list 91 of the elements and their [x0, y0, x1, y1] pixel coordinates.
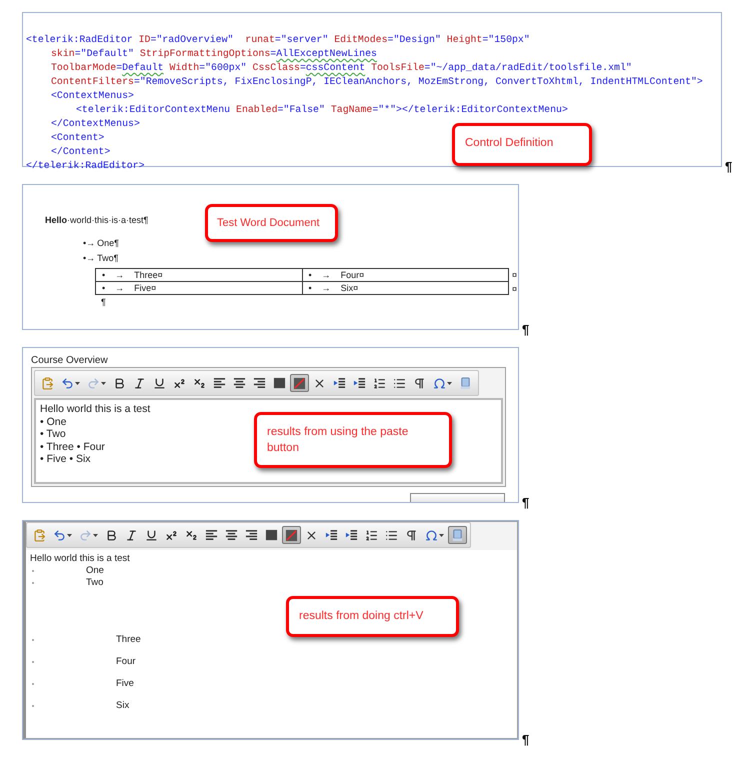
content-line: Hello world this is a test: [30, 553, 130, 565]
pilcrow-mark: ¶: [725, 160, 732, 173]
align-right-icon: [245, 528, 258, 542]
content-line: • Two: [40, 428, 66, 441]
italic-icon: [133, 376, 146, 390]
callout: results from doing ctrl+V: [286, 596, 459, 637]
row-end-mark: ¤: [512, 270, 518, 280]
code-line: skin="Default" StripFormattingOptions=AllExceptNewLines: [51, 47, 377, 61]
pilcrow-icon: [413, 376, 426, 390]
code-line: </Content>: [51, 145, 110, 159]
color-button[interactable]: [290, 374, 309, 392]
caret-icon: [75, 382, 80, 384]
module-button[interactable]: [448, 526, 467, 544]
align-right-icon: [253, 376, 266, 390]
indent-icon: [345, 528, 358, 542]
italic-icon: [125, 528, 138, 542]
list-item: •→ One¶: [83, 238, 120, 248]
code-line: ContentFilters="RemoveScripts, FixEnclosingP, IECleanAnchors, MozEmStrong, ConvertToXhtml, IndentHTMLContent">: [51, 75, 703, 89]
callout: Control Definition: [452, 123, 592, 166]
content-line: Hello world this is a test: [40, 403, 150, 416]
code-line: <ContextMenus>: [51, 89, 134, 103]
callout: results from using the paste button: [254, 412, 452, 468]
table-cell: • → Six¤: [302, 282, 508, 294]
caret-icon: [447, 382, 452, 384]
close-icon: [313, 376, 326, 390]
bold-icon: [105, 528, 118, 542]
code-line: <Content>: [51, 131, 104, 145]
paste-icon: [41, 376, 54, 390]
content-line: • One: [40, 416, 66, 428]
content-line: Two: [86, 577, 104, 589]
monitor-icon: [459, 376, 472, 390]
omega-icon: [433, 376, 446, 390]
content-line: Six: [116, 700, 130, 712]
pilcrow-icon: [405, 528, 418, 542]
code-line: ToolbarMode=Default Width="600px" CssClass=cssContent ToolsFile="~/app_data/radEdit/toolsfile.xml": [51, 61, 632, 75]
omega-icon: [425, 528, 438, 542]
content-line: • Five • Six: [40, 453, 91, 466]
superscript-icon: [173, 376, 186, 390]
caret-icon: [439, 534, 444, 536]
color-button[interactable]: [282, 526, 301, 544]
caret-icon: [93, 534, 98, 536]
row-end-mark: ¤: [512, 284, 518, 294]
align-left-icon: [213, 376, 226, 390]
justify-icon: [265, 528, 278, 542]
cut-off-button[interactable]: [410, 493, 505, 502]
numbered-list-icon: [373, 376, 386, 390]
content-line: Three: [116, 634, 141, 646]
code-line: <telerik:EditorContextMenu Enabled="False" TagName="*"></telerik:EditorContextMenu>: [76, 103, 568, 117]
caret-icon: [67, 534, 72, 536]
undo-icon: [53, 528, 66, 542]
indent-icon: [353, 376, 366, 390]
pilcrow-mark: ¶: [522, 733, 530, 746]
numbered-list-icon: [365, 528, 378, 542]
content-line: Five: [116, 678, 134, 690]
field-label: Course Overview: [30, 354, 109, 367]
callout: Test Word Document: [205, 204, 338, 242]
pilcrow-mark: ¶: [522, 323, 530, 336]
color-swatch-icon: [285, 528, 298, 542]
content-line: One: [86, 565, 104, 577]
align-left-icon: [205, 528, 218, 542]
color-swatch-icon: [293, 376, 306, 390]
table-cell-text: • → Three¤: [101, 269, 164, 281]
justify-icon: [273, 376, 286, 390]
table-cell-text: • → Five¤: [101, 282, 158, 294]
pilcrow-mark: ¶: [522, 496, 530, 509]
content-line: • Three • Four: [40, 440, 105, 454]
bold-icon: [113, 376, 126, 390]
align-center-icon: [233, 376, 246, 390]
redo-icon: [87, 376, 100, 390]
subscript-icon: [193, 376, 206, 390]
document-heading: Hello·world·this·is·a·test¶: [45, 215, 148, 225]
superscript-icon: [165, 528, 178, 542]
redo-icon: [79, 528, 92, 542]
table-cell: • → Four¤: [302, 269, 508, 281]
list-item: •→ Two¶: [83, 253, 118, 263]
bullet-list-icon: [393, 376, 406, 390]
undo-icon: [61, 376, 74, 390]
code-line: <telerik:RadEditor ID="radOverview" runat="server" EditModes="Design" Height="150px": [26, 33, 530, 47]
content-line: Four: [116, 656, 136, 668]
close-icon: [305, 528, 318, 542]
subscript-icon: [185, 528, 198, 542]
underline-icon: [145, 528, 158, 542]
code-line: </ContextMenus>: [51, 117, 140, 131]
align-center-icon: [225, 528, 238, 542]
paste-icon: [33, 528, 46, 542]
caret-icon: [101, 382, 106, 384]
code-line: </telerik:RadEditor>: [26, 159, 145, 173]
bullet-list-icon: [385, 528, 398, 542]
underline-icon: [153, 376, 166, 390]
monitor-icon: [451, 528, 464, 542]
paragraph-mark: ¶: [101, 297, 107, 307]
